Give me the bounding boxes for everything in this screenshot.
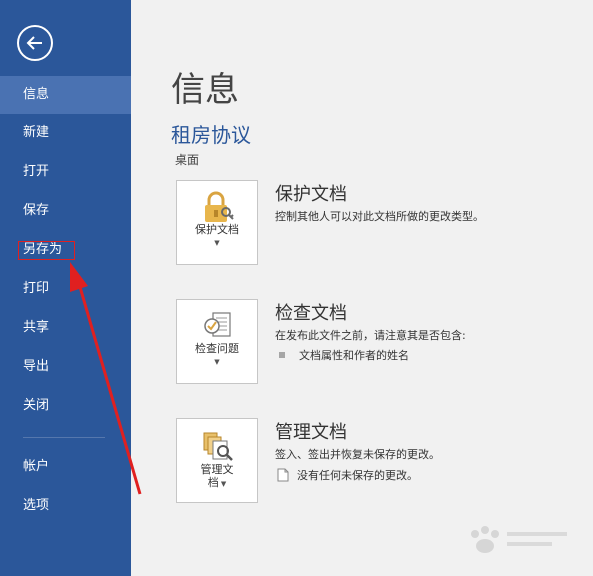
sidebar-item-account[interactable]: 帐户: [0, 448, 131, 486]
page-title: 信息: [171, 70, 239, 110]
sidebar-item-print[interactable]: 打印: [0, 270, 131, 308]
sidebar-item-info[interactable]: 信息: [0, 76, 131, 114]
document-icon: [277, 468, 289, 482]
document-location[interactable]: 桌面: [175, 151, 199, 168]
chevron-down-icon: ▼: [218, 480, 227, 488]
sidebar-item-share[interactable]: 共享: [0, 309, 131, 347]
manage-versions-icon: [203, 432, 233, 461]
inspect-document-tile-label: 检查问题: [195, 342, 239, 355]
manage-document-tile-label: 管理文 档 ▼: [177, 463, 257, 491]
manage-tile-label-line1: 管理文: [200, 463, 234, 476]
manage-document-button[interactable]: 管理文 档 ▼: [176, 418, 258, 503]
chevron-down-icon: ▼: [214, 239, 220, 247]
backstage-sidebar: 信息 新建 打开 保存 另存为 打印 共享 导出 关闭 帐户 选项: [0, 0, 131, 576]
protect-document-description: 控制其他人可以对此文档所做的更改类型。: [275, 210, 484, 223]
inspect-document-button[interactable]: 检查问题 ▼: [176, 299, 258, 384]
protect-document-button[interactable]: 保护文档 ▼: [176, 180, 258, 265]
back-button[interactable]: [17, 25, 53, 61]
sidebar-item-export[interactable]: 导出: [0, 348, 131, 386]
back-arrow-icon: [26, 36, 42, 50]
paw-logo-icon: [471, 526, 567, 553]
chevron-down-icon: ▼: [214, 358, 220, 366]
manage-document-title: 管理文档: [275, 422, 347, 443]
lock-key-icon: [205, 191, 234, 222]
bullet-square-icon: [279, 352, 285, 358]
watermark-logo: [463, 524, 573, 556]
inspect-document-description: 在发布此文件之前，请注意其是否包含:: [275, 329, 466, 342]
sidebar-item-open[interactable]: 打开: [0, 153, 131, 191]
document-name: 租房协议: [171, 123, 251, 147]
manage-document-description: 签入、签出并恢复未保存的更改。: [275, 448, 440, 461]
inspect-bullet-text: 文档属性和作者的姓名: [299, 349, 409, 362]
sidebar-item-save[interactable]: 保存: [0, 192, 131, 230]
inspect-document-title: 检查文档: [275, 303, 347, 324]
manage-bullet-text: 没有任何未保存的更改。: [297, 469, 418, 482]
list-item: 没有任何未保存的更改。: [277, 467, 418, 483]
list-item: 文档属性和作者的姓名: [279, 347, 409, 363]
protect-document-tile-label: 保护文档: [195, 223, 239, 236]
inspect-document-icon: [204, 312, 231, 337]
sidebar-item-options[interactable]: 选项: [0, 487, 131, 525]
manage-tile-label-line2: 档: [207, 476, 219, 489]
sidebar-item-new[interactable]: 新建: [0, 114, 131, 152]
sidebar-item-close[interactable]: 关闭: [0, 387, 131, 425]
annotation-highlight-box: [18, 241, 75, 260]
protect-document-title: 保护文档: [275, 184, 347, 205]
sidebar-divider: [23, 437, 105, 438]
